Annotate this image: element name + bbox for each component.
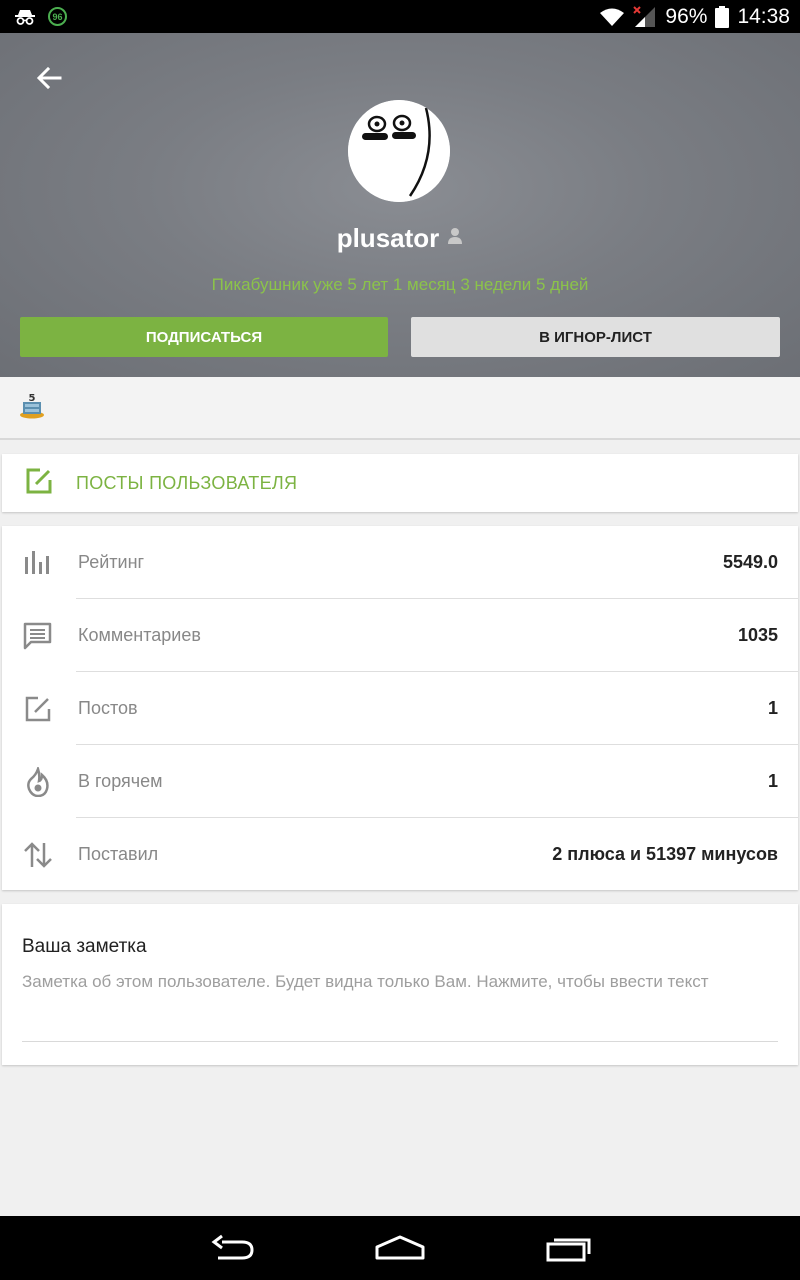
note-card: Ваша заметка Заметка об этом пользовател… — [2, 904, 798, 1065]
username: plusator — [336, 223, 440, 253]
stat-row-votes: Поставил 2 плюса и 51397 минусов — [2, 818, 798, 891]
note-input[interactable]: Заметка об этом пользователе. Будет видн… — [22, 970, 778, 1042]
edit-icon — [25, 696, 51, 722]
stat-value: 1 — [767, 771, 778, 791]
user-posts-label: ПОСТЫ ПОЛЬЗОВАТЕЛЯ — [76, 472, 298, 493]
back-nav-button[interactable] — [200, 1228, 264, 1268]
bar-chart-icon — [25, 551, 49, 574]
stat-value: 2 плюса и 51397 минусов — [552, 844, 778, 864]
battery-percent: 96% — [665, 4, 708, 28]
swap-vertical-icon — [24, 842, 52, 868]
username-row: plusator — [0, 223, 800, 254]
home-nav-icon — [375, 1235, 425, 1260]
stat-row-hot: В горячем 1 — [2, 745, 798, 818]
avatar — [348, 100, 450, 202]
status-bar: 96 96% 14:38 — [0, 0, 800, 33]
subscribe-button[interactable]: ПОДПИСАТЬСЯ — [20, 317, 388, 357]
stat-label: Поставил — [78, 844, 159, 864]
stats-card: Рейтинг 5549.0 Комментариев 1035 Постов … — [2, 526, 798, 890]
battery-icon — [715, 5, 730, 28]
stat-label: Комментариев — [78, 625, 201, 645]
recents-nav-button[interactable] — [536, 1228, 600, 1268]
back-button[interactable] — [30, 61, 68, 95]
stat-row-rating: Рейтинг 5549.0 — [2, 526, 798, 599]
stat-value: 1 — [767, 698, 778, 718]
stat-row-posts: Постов 1 — [2, 672, 798, 745]
fire-icon — [27, 767, 49, 797]
wifi-icon — [599, 7, 625, 27]
recents-nav-icon — [546, 1238, 591, 1262]
note-title: Ваша заметка — [22, 936, 147, 957]
stat-value: 5549.0 — [722, 552, 778, 572]
back-nav-icon — [211, 1234, 254, 1260]
user-posts-link[interactable]: ПОСТЫ ПОЛЬЗОВАТЕЛЯ — [2, 454, 798, 512]
incognito-icon — [14, 8, 36, 26]
ignore-list-button[interactable]: В ИГНОР-ЛИСТ — [411, 317, 780, 357]
notification-badge-icon: 96 — [48, 7, 67, 26]
tenure-text: Пикабушник уже 5 лет 1 месяц 3 недели 5 … — [211, 275, 589, 294]
award-icon[interactable]: 5 — [18, 391, 46, 424]
arrow-left-icon — [36, 67, 62, 89]
profile-header: plusator Пикабушник уже 5 лет 1 месяц 3 … — [0, 33, 800, 377]
stat-row-comments: Комментариев 1035 — [2, 599, 798, 672]
signal-icon — [633, 5, 657, 28]
edit-icon — [24, 466, 54, 501]
clock: 14:38 — [737, 4, 790, 28]
comment-icon — [23, 622, 52, 650]
user-icon — [447, 227, 463, 250]
awards-strip: 5 — [0, 377, 800, 440]
stat-label: Рейтинг — [78, 552, 145, 572]
stat-label: В горячем — [78, 771, 163, 791]
stat-value: 1035 — [737, 625, 778, 645]
home-nav-button[interactable] — [368, 1228, 432, 1268]
award-number: 5 — [29, 393, 36, 404]
navigation-bar — [0, 1216, 800, 1280]
stat-label: Постов — [78, 698, 138, 718]
